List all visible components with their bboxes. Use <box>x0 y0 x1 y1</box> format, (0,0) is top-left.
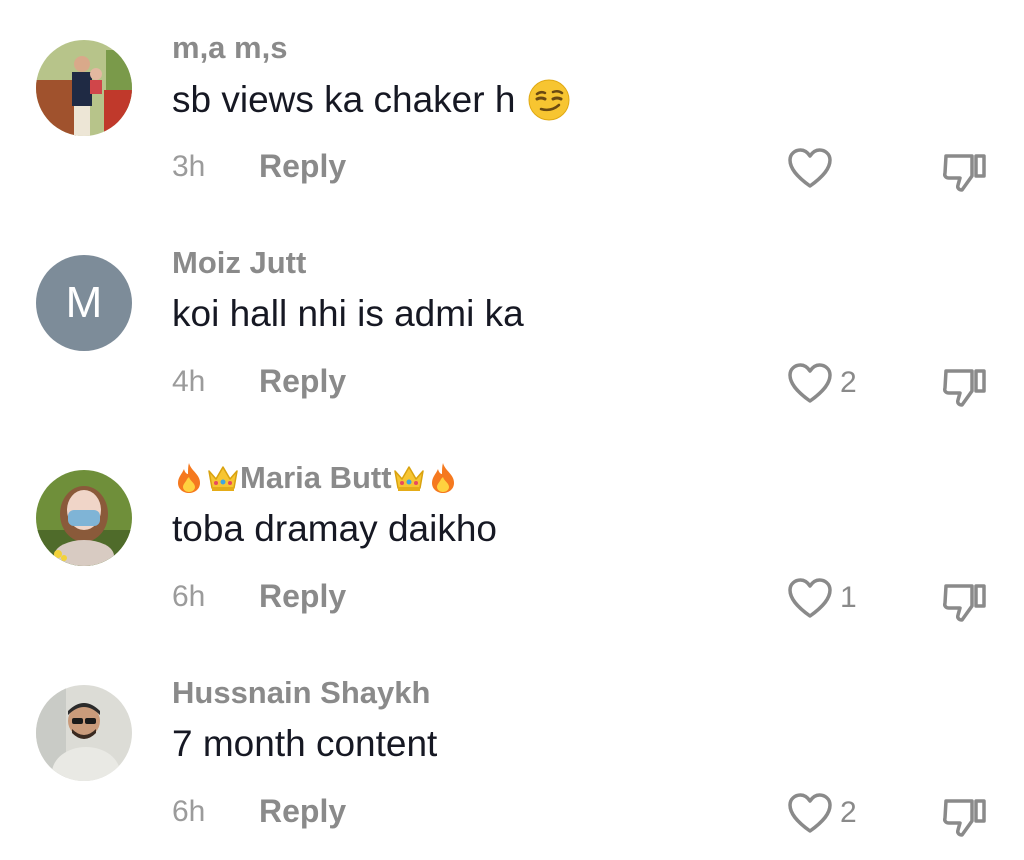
thumbs-down-outline-icon <box>943 799 986 837</box>
comment-time: 3h <box>172 150 206 183</box>
crown-emoji-icon <box>206 461 240 495</box>
like-count: 2 <box>840 796 857 829</box>
like-button[interactable] <box>786 145 840 191</box>
avatar[interactable] <box>36 40 132 136</box>
smirk-emoji-icon <box>527 78 571 122</box>
username-label: Moiz Jutt <box>172 245 307 280</box>
like-button[interactable]: 2 <box>786 790 857 836</box>
comment-item: Hussnain Shaykh 7 month content 6h Reply… <box>0 645 1024 860</box>
dislike-button[interactable] <box>940 148 990 194</box>
heart-outline-icon <box>788 363 832 403</box>
comment-text: koi hall nhi is admi ka <box>172 293 524 335</box>
comment-time: 4h <box>172 365 206 398</box>
comment-text-label: sb views ka chaker h <box>172 79 516 120</box>
comment-text: sb views ka chaker h <box>172 78 571 122</box>
comment-username[interactable]: Maria Butt <box>172 460 460 496</box>
avatar-photo <box>36 685 132 781</box>
comment-item: M Moiz Jutt koi hall nhi is admi ka 4h R… <box>0 215 1024 430</box>
comment-text-label: koi hall nhi is admi ka <box>172 293 524 334</box>
reply-button[interactable]: Reply <box>259 363 346 400</box>
comment-time: 6h <box>172 795 206 828</box>
comment-text-label: 7 month content <box>172 723 438 764</box>
dislike-button[interactable] <box>940 363 990 409</box>
username-label: m,a m,s <box>172 30 288 65</box>
comment-item: Maria Butt toba dramay daikho 6h Reply 1 <box>0 430 1024 645</box>
comment-username[interactable]: Hussnain Shaykh <box>172 675 430 711</box>
heart-outline-icon <box>788 578 832 618</box>
thumbs-down-outline-icon <box>943 584 986 622</box>
avatar-photo <box>36 40 132 136</box>
like-button[interactable]: 1 <box>786 575 857 621</box>
crown-emoji-icon <box>392 461 426 495</box>
comment-text-label: toba dramay daikho <box>172 508 497 549</box>
comment-text: 7 month content <box>172 723 437 765</box>
thumbs-down-outline-icon <box>943 154 986 192</box>
comment-text: toba dramay daikho <box>172 508 497 550</box>
avatar-letter: M <box>65 278 103 327</box>
avatar[interactable] <box>36 470 132 566</box>
comment-username[interactable]: m,a m,s <box>172 30 287 66</box>
thumbs-down-outline-icon <box>943 369 986 407</box>
avatar[interactable] <box>36 685 132 781</box>
reply-button[interactable]: Reply <box>259 793 346 830</box>
fire-emoji-icon <box>172 461 206 495</box>
heart-outline-icon <box>788 793 832 833</box>
dislike-button[interactable] <box>940 578 990 624</box>
like-button[interactable]: 2 <box>786 360 857 406</box>
comment-username[interactable]: Moiz Jutt <box>172 245 306 281</box>
username-label: Hussnain Shaykh <box>172 675 431 710</box>
avatar-photo <box>36 470 132 566</box>
reply-button[interactable]: Reply <box>259 148 346 185</box>
comment-item: m,a m,s sb views ka chaker h 3h Reply <box>0 0 1024 215</box>
like-count: 1 <box>840 581 857 614</box>
fire-emoji-icon <box>426 461 460 495</box>
heart-outline-icon <box>788 148 832 188</box>
username-label: Maria Butt <box>240 460 392 495</box>
comment-time: 6h <box>172 580 206 613</box>
avatar[interactable]: M <box>36 255 132 351</box>
like-count: 2 <box>840 366 857 399</box>
reply-button[interactable]: Reply <box>259 578 346 615</box>
dislike-button[interactable] <box>940 793 990 839</box>
